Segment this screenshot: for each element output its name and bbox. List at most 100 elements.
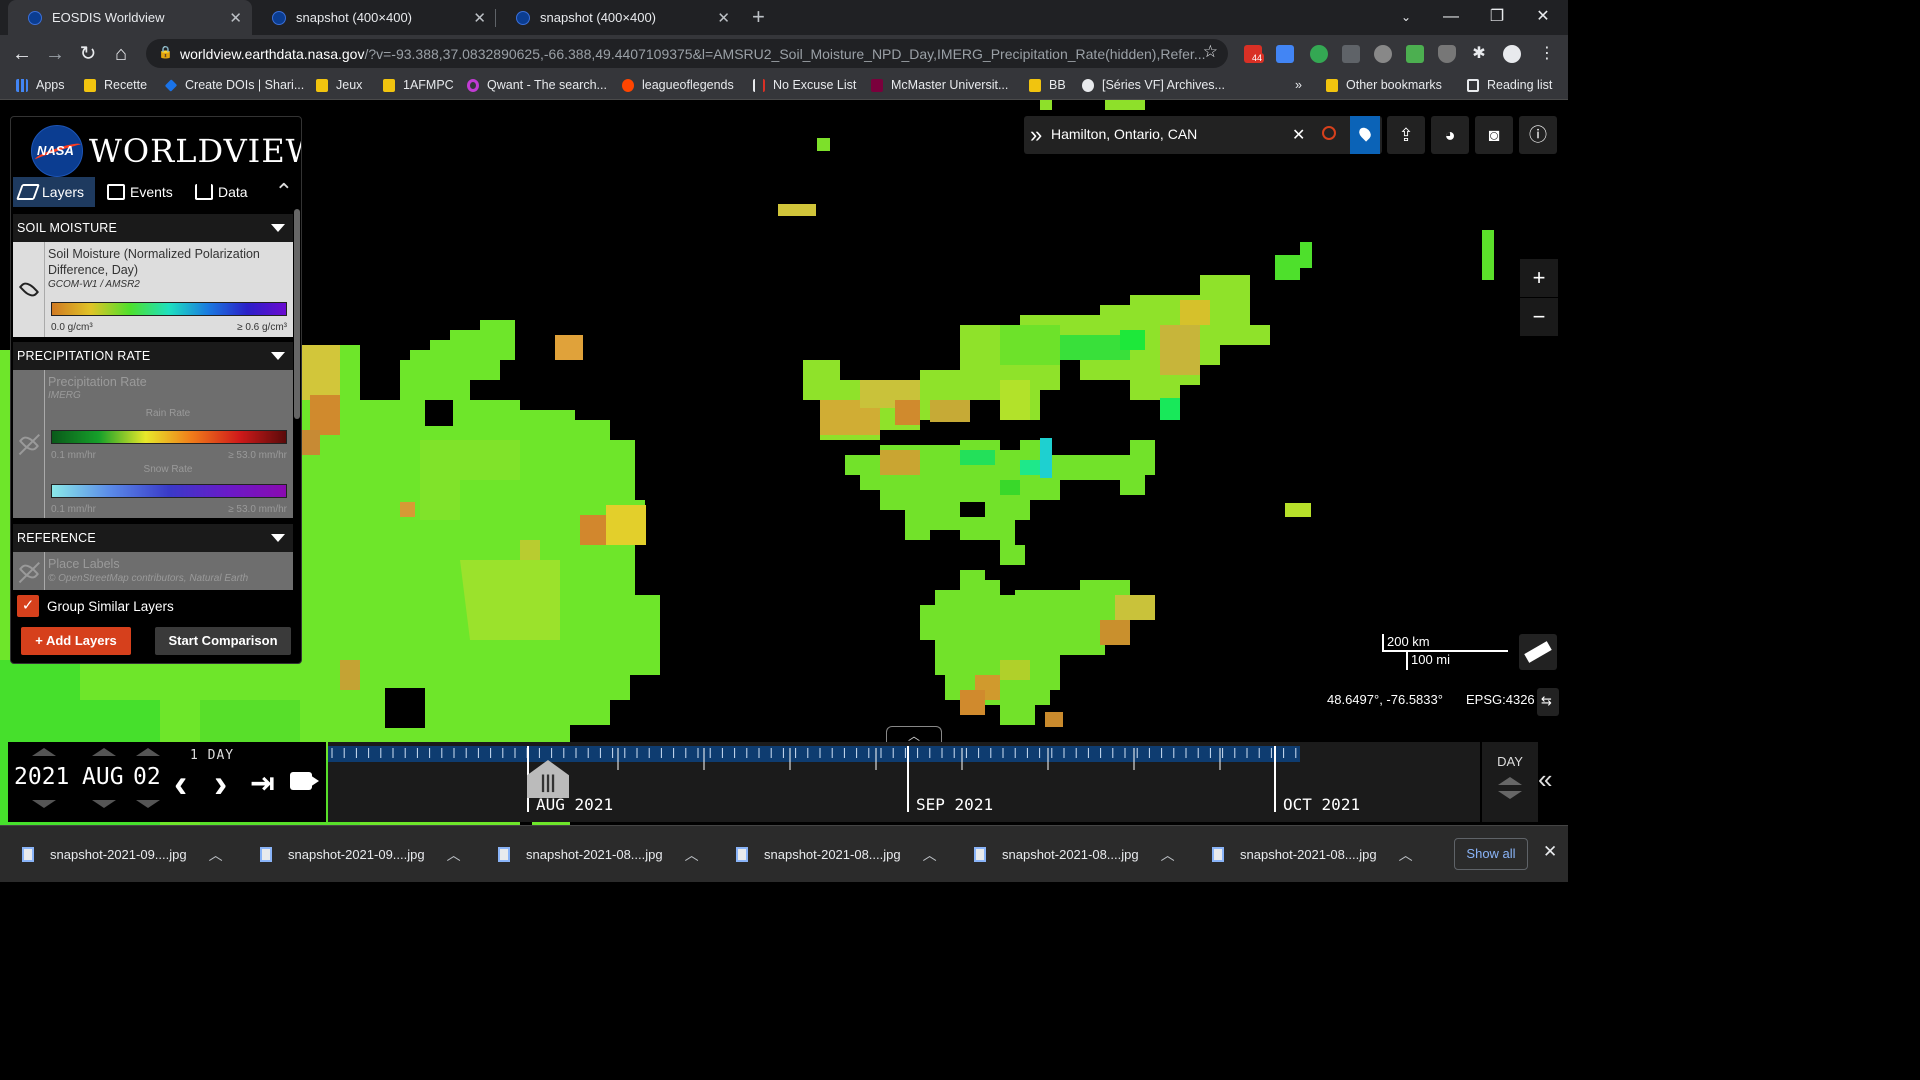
layer-place-labels[interactable]: Place Labels © OpenStreetMap contributor… [13, 552, 293, 590]
chevron-up-icon[interactable]: ︿ [1161, 845, 1175, 865]
bookmark-no-excuse-list[interactable]: No Excuse List [753, 78, 856, 92]
section-precipitation-rate[interactable]: PRECIPITATION RATE [13, 342, 293, 370]
close-window-icon[interactable]: ✕ [1528, 2, 1558, 32]
previous-day-chevron-icon[interactable]: ‹ [174, 764, 187, 804]
zoom-level-down-arrow[interactable] [1498, 791, 1522, 799]
checkmark-icon[interactable]: ✓ [17, 595, 39, 617]
bookmark-1afmpc[interactable]: 1AFMPC [383, 78, 454, 92]
location-search-bar[interactable]: » Hamilton, Ontario, CAN ✕ [1024, 116, 1382, 154]
zoom-to-location-icon[interactable] [1322, 126, 1336, 140]
clear-search-icon[interactable]: ✕ [1292, 125, 1305, 145]
interval-selector[interactable]: 1 DAY [190, 748, 234, 763]
reload-icon[interactable]: ↻ [73, 39, 103, 69]
year-field[interactable]: 2021 [14, 764, 69, 790]
download-item[interactable]: snapshot-2021-09....jpg ︿ [22, 826, 223, 883]
checker-extension-icon[interactable] [1406, 45, 1424, 63]
month-field[interactable]: AUG [82, 764, 124, 790]
restore-window-icon[interactable]: ❐ [1482, 2, 1512, 32]
close-tab-icon[interactable]: ✕ [229, 9, 242, 27]
chevron-up-icon[interactable]: ︿ [685, 845, 699, 865]
section-reference[interactable]: REFERENCE [13, 524, 293, 552]
eye-visible-icon[interactable] [18, 279, 40, 300]
reading-list-button[interactable]: Reading list [1467, 78, 1552, 92]
layer-precipitation-rate[interactable]: Precipitation Rate IMERG Rain Rate 0.1 m… [13, 370, 293, 518]
close-downloads-icon[interactable]: ✕ [1543, 842, 1557, 862]
day-decrement-arrow[interactable] [136, 800, 160, 808]
tab-snapshot-2[interactable]: snapshot (400×400) ✕ [496, 0, 740, 35]
show-all-downloads-button[interactable]: Show all [1454, 838, 1528, 870]
day-field[interactable]: 02 [133, 764, 161, 790]
month-increment-arrow[interactable] [92, 748, 116, 756]
location-pin-button[interactable] [1350, 116, 1380, 154]
measure-ruler-button[interactable] [1519, 634, 1557, 670]
worldview-logo[interactable]: NASA WORLDVIEW [31, 121, 301, 181]
layer-soil-moisture[interactable]: Soil Moisture (Normalized Polarization D… [13, 242, 293, 337]
month-decrement-arrow[interactable] [92, 800, 116, 808]
openai-extension-icon[interactable] [1374, 45, 1392, 63]
back-arrow-icon[interactable]: ← [7, 39, 37, 69]
section-caret-icon[interactable] [271, 352, 285, 360]
gmail-extension-icon[interactable]: 44 [1244, 45, 1265, 63]
bookmark-leagueoflegends[interactable]: leagueoflegends [622, 78, 734, 92]
download-item[interactable]: snapshot-2021-08....jpg ︿ [1212, 826, 1413, 883]
projection-globe-button[interactable]: ◕ [1431, 116, 1469, 154]
tab-data[interactable]: Data [189, 177, 269, 207]
zoom-out-button[interactable]: − [1520, 298, 1558, 336]
forward-arrow-icon[interactable]: → [40, 39, 70, 69]
close-tab-icon[interactable]: ✕ [473, 9, 486, 27]
day-increment-arrow[interactable] [136, 748, 160, 756]
tab-snapshot-1[interactable]: snapshot (400×400) ✕ [252, 0, 496, 35]
browser-menu-icon[interactable]: ⋮ [1538, 45, 1556, 63]
next-day-chevron-icon[interactable]: › [214, 764, 227, 804]
bookmarks-overflow-chevron[interactable]: » [1295, 78, 1302, 92]
phone-extension-icon[interactable] [1310, 45, 1328, 63]
chevron-up-icon[interactable]: ︿ [209, 845, 223, 865]
bookmark-bb[interactable]: BB [1029, 78, 1066, 92]
share-button[interactable]: ⇪ [1387, 116, 1425, 154]
bookmark-jeux[interactable]: Jeux [316, 78, 362, 92]
download-item[interactable]: snapshot-2021-08....jpg ︿ [974, 826, 1175, 883]
minimize-window-icon[interactable]: — [1436, 2, 1466, 32]
bookmark-series-vf[interactable]: [Séries VF] Archives... [1082, 78, 1225, 92]
collapse-sidebar-chevron-icon[interactable]: ⌃ [275, 179, 293, 205]
fonts-extension-icon[interactable] [1342, 45, 1360, 63]
section-caret-icon[interactable] [271, 224, 285, 232]
bookmark-star-icon[interactable]: ☆ [1203, 42, 1218, 62]
info-button[interactable]: ⓘ [1519, 116, 1557, 154]
zoom-in-button[interactable]: + [1520, 259, 1558, 297]
ublock-shield-icon[interactable] [1438, 45, 1456, 63]
switch-coordinate-format-icon[interactable]: ⇆ [1537, 688, 1559, 716]
translate-extension-icon[interactable] [1276, 45, 1294, 63]
group-similar-layers-checkbox[interactable]: ✓ Group Similar Layers [17, 595, 174, 617]
extensions-puzzle-icon[interactable]: ✱ [1470, 45, 1488, 63]
home-icon[interactable]: ⌂ [106, 39, 136, 69]
expand-search-chevron-icon[interactable]: » [1030, 122, 1042, 148]
bookmark-mcmaster[interactable]: McMaster Universit... [871, 78, 1008, 92]
chevron-up-icon[interactable]: ︿ [1399, 845, 1413, 865]
chevron-up-icon[interactable]: ︿ [447, 845, 461, 865]
year-decrement-arrow[interactable] [32, 800, 56, 808]
bookmark-apps[interactable]: Apps [16, 78, 65, 92]
start-comparison-button[interactable]: Start Comparison [155, 627, 291, 655]
tab-search-chevron-icon[interactable]: ⌄ [1391, 2, 1421, 32]
timeline-zoom-level[interactable]: DAY [1482, 742, 1538, 822]
profile-avatar[interactable] [1503, 45, 1521, 63]
download-item[interactable]: snapshot-2021-08....jpg ︿ [736, 826, 937, 883]
year-increment-arrow[interactable] [32, 748, 56, 756]
bookmark-qwant[interactable]: Qwant - The search... [467, 78, 607, 92]
jump-to-latest-icon[interactable]: ⇥ [250, 764, 275, 804]
search-location-text[interactable]: Hamilton, Ontario, CAN [1051, 126, 1197, 142]
tab-events[interactable]: Events [101, 177, 189, 207]
bookmark-recette[interactable]: Recette [84, 78, 147, 92]
address-bar[interactable]: 🔒 worldview.earthdata.nasa.gov/?v=-93.38… [146, 39, 1228, 68]
add-layers-button[interactable]: + Add Layers [21, 627, 131, 655]
download-item[interactable]: snapshot-2021-08....jpg ︿ [498, 826, 699, 883]
eye-hidden-icon[interactable] [18, 433, 40, 454]
download-item[interactable]: snapshot-2021-09....jpg ︿ [260, 826, 461, 883]
section-caret-icon[interactable] [271, 534, 285, 542]
tab-layers[interactable]: Layers [13, 177, 95, 207]
snapshot-camera-button[interactable]: ◙ [1475, 116, 1513, 154]
bookmark-create-dois[interactable]: Create DOIs | Shari... [164, 78, 304, 92]
eye-hidden-icon[interactable] [18, 561, 40, 582]
tab-eosdis-worldview[interactable]: EOSDIS Worldview ✕ [8, 0, 252, 35]
